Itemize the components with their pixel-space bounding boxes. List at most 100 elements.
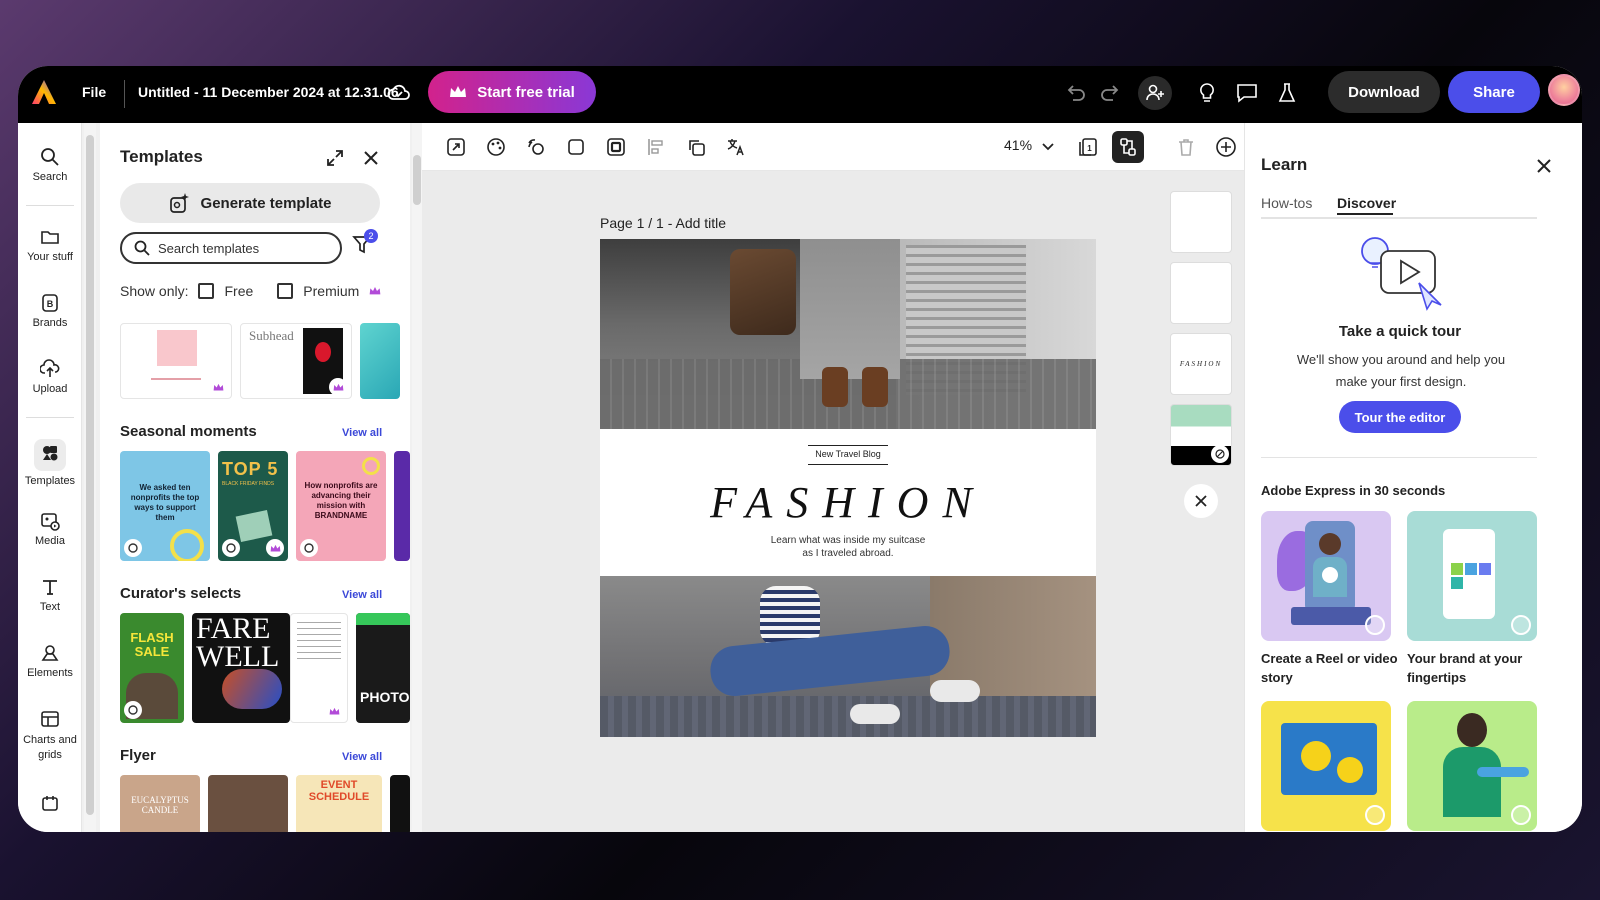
trash-icon[interactable] [1174,135,1198,159]
check-icon [1511,615,1531,635]
learn-card-brand[interactable] [1407,511,1537,641]
invite-collaborator-icon[interactable] [1138,76,1172,110]
document-title[interactable]: Untitled - 11 December 2024 at 12.31.06 [138,84,399,100]
adobe-express-logo-icon[interactable] [30,78,58,106]
rail-item-brands[interactable]: B Brands [18,293,82,329]
template-thumbnail[interactable]: TOP 5 BLACK FRIDAY FINDS [218,451,288,561]
rail-item-charts-and-grids[interactable]: Charts and grids [18,709,82,763]
top-photo[interactable] [600,239,1096,429]
rail-item-elements[interactable]: Elements [18,643,82,679]
lightbulb-icon[interactable] [1194,80,1220,106]
rail-item-upload[interactable]: Upload [18,359,82,395]
free-checkbox[interactable] [198,283,215,299]
page-slot[interactable] [1170,191,1232,253]
rail-item-media[interactable]: Media [18,511,82,547]
template-thumbnail[interactable]: EVENT SCHEDULE [296,775,382,832]
tab-discover[interactable]: Discover [1337,195,1396,215]
start-free-trial-label: Start free trial [477,83,575,101]
rail-item-search[interactable]: Search [18,147,82,183]
editor-toolbar: 41% 1 [422,123,1244,171]
add-page-icon[interactable] [1214,135,1238,159]
learn-card-collage[interactable] [1261,701,1391,831]
generate-template-button[interactable]: Generate template [120,183,380,223]
template-thumbnail[interactable]: We asked ten nonprofits the top ways to … [120,451,210,561]
card-caption: Your brand at your fingertips [1407,651,1523,685]
flask-icon[interactable] [1274,80,1300,106]
start-free-trial-button[interactable]: Start free trial [428,71,596,113]
file-menu[interactable]: File [82,84,106,100]
template-thumbnail[interactable] [290,613,348,723]
border-icon[interactable] [604,135,628,159]
blog-label[interactable]: New Travel Blog [808,445,888,465]
page-slot[interactable]: FASHION [1170,333,1232,395]
view-all-link[interactable]: View all [342,751,382,763]
rail-item-text[interactable]: Text [18,577,82,613]
template-thumbnail[interactable] [390,775,410,832]
page-title-label[interactable]: Page 1 / 1 - Add title [600,215,726,231]
scrollbar-thumb[interactable] [413,155,421,205]
filter-button[interactable]: 2 [352,229,378,260]
redo-icon[interactable] [1098,80,1124,106]
comment-icon[interactable] [1234,80,1260,106]
bottom-photo[interactable] [600,576,1096,737]
download-button[interactable]: Download [1328,71,1440,113]
search-templates-input[interactable]: Search templates [120,232,342,264]
undo-icon[interactable] [1062,80,1088,106]
template-thumbnail[interactable] [394,451,410,561]
translate-icon[interactable] [724,135,748,159]
template-thumbnail[interactable]: How nonprofits are advancing their missi… [296,451,386,561]
show-only-filters: Show only: Free Premium [120,283,381,299]
view-all-link[interactable]: View all [342,589,382,601]
premium-checkbox[interactable] [277,283,294,299]
view-all-link[interactable]: View all [342,427,382,439]
section-title: Curator's selects [120,585,242,602]
layers-icon[interactable] [1112,131,1144,163]
page-slot[interactable] [1170,262,1232,324]
rail-item-more[interactable] [18,793,82,817]
zoom-level[interactable]: 41% [1004,137,1032,153]
close-slots-button[interactable] [1184,484,1218,518]
resize-icon[interactable] [444,135,468,159]
headline-text[interactable]: FASHION [600,477,1096,528]
template-thumbnail[interactable]: FARE WELL [192,613,290,723]
template-thumbnail[interactable]: Subhead [240,323,352,399]
thumbnail-text: FLASH SALE [130,630,174,659]
learn-card-person[interactable] [1407,701,1537,831]
shape-icon[interactable] [564,135,588,159]
tagline-line-2[interactable]: as I traveled abroad. [600,548,1096,559]
palette-icon[interactable] [484,135,508,159]
tagline-line-1[interactable]: Learn what was inside my suitcase [600,535,1096,546]
video-badge-icon [124,701,142,719]
canvas-area[interactable]: Page 1 / 1 - Add title New Travel Blog F… [422,171,1244,832]
design-page[interactable]: New Travel Blog FASHION Learn what was i… [600,239,1096,737]
template-thumbnail[interactable] [360,323,400,399]
template-thumbnail[interactable] [208,775,288,832]
thumbnail-text: EVENT SCHEDULE [308,779,370,803]
close-icon[interactable] [1537,159,1551,173]
chevron-down-icon[interactable] [1036,135,1060,159]
tour-editor-button[interactable]: Tour the editor [1339,401,1461,433]
user-avatar[interactable] [1548,74,1580,106]
expand-icon[interactable] [326,149,344,167]
panel-scrollbar[interactable] [412,123,422,832]
page-slot[interactable] [1170,404,1232,466]
learn-card-reel[interactable] [1261,511,1391,641]
duplicate-icon[interactable] [684,135,708,159]
share-button[interactable]: Share [1448,71,1540,113]
rail-item-templates[interactable]: Templates [18,439,82,487]
page-number-icon[interactable]: 1 [1076,135,1100,159]
animate-icon[interactable] [524,135,548,159]
scrollbar-thumb[interactable] [86,135,94,815]
template-thumbnail[interactable]: PHOTO [356,613,410,723]
template-thumbnail[interactable]: FLASH SALE [120,613,184,723]
tab-how-tos[interactable]: How-tos [1261,195,1312,211]
rail-scrollbar[interactable] [84,123,96,832]
subhead-text: Subhead [249,328,294,343]
align-icon[interactable] [644,135,668,159]
close-icon[interactable] [364,151,378,165]
show-only-label: Show only: [120,283,189,299]
template-thumbnail[interactable] [120,323,232,399]
cloud-sync-icon[interactable] [386,80,412,106]
rail-item-your-stuff[interactable]: Your stuff [18,227,82,263]
template-thumbnail[interactable]: EUCALYPTUS CANDLE [120,775,200,832]
